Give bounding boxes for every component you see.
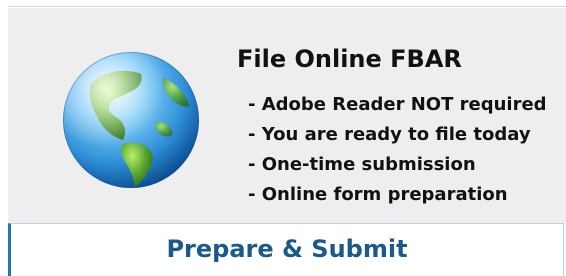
globe-icon	[63, 52, 199, 188]
card-title: File Online FBAR	[237, 45, 462, 73]
top-divider	[8, 6, 566, 7]
feature-item: - You are ready to file today	[248, 124, 531, 145]
prepare-submit-label: Prepare & Submit	[166, 235, 408, 263]
fbar-promo-panel: File Online FBAR - Adobe Reader NOT requ…	[0, 0, 566, 276]
feature-item: - One-time submission	[248, 154, 476, 175]
feature-list: - Adobe Reader NOT required - You are re…	[248, 90, 547, 210]
fbar-info-card: File Online FBAR - Adobe Reader NOT requ…	[8, 8, 566, 223]
prepare-submit-button[interactable]: Prepare & Submit	[8, 223, 564, 276]
feature-item: - Adobe Reader NOT required	[248, 94, 547, 115]
feature-item: - Online form preparation	[248, 184, 508, 205]
